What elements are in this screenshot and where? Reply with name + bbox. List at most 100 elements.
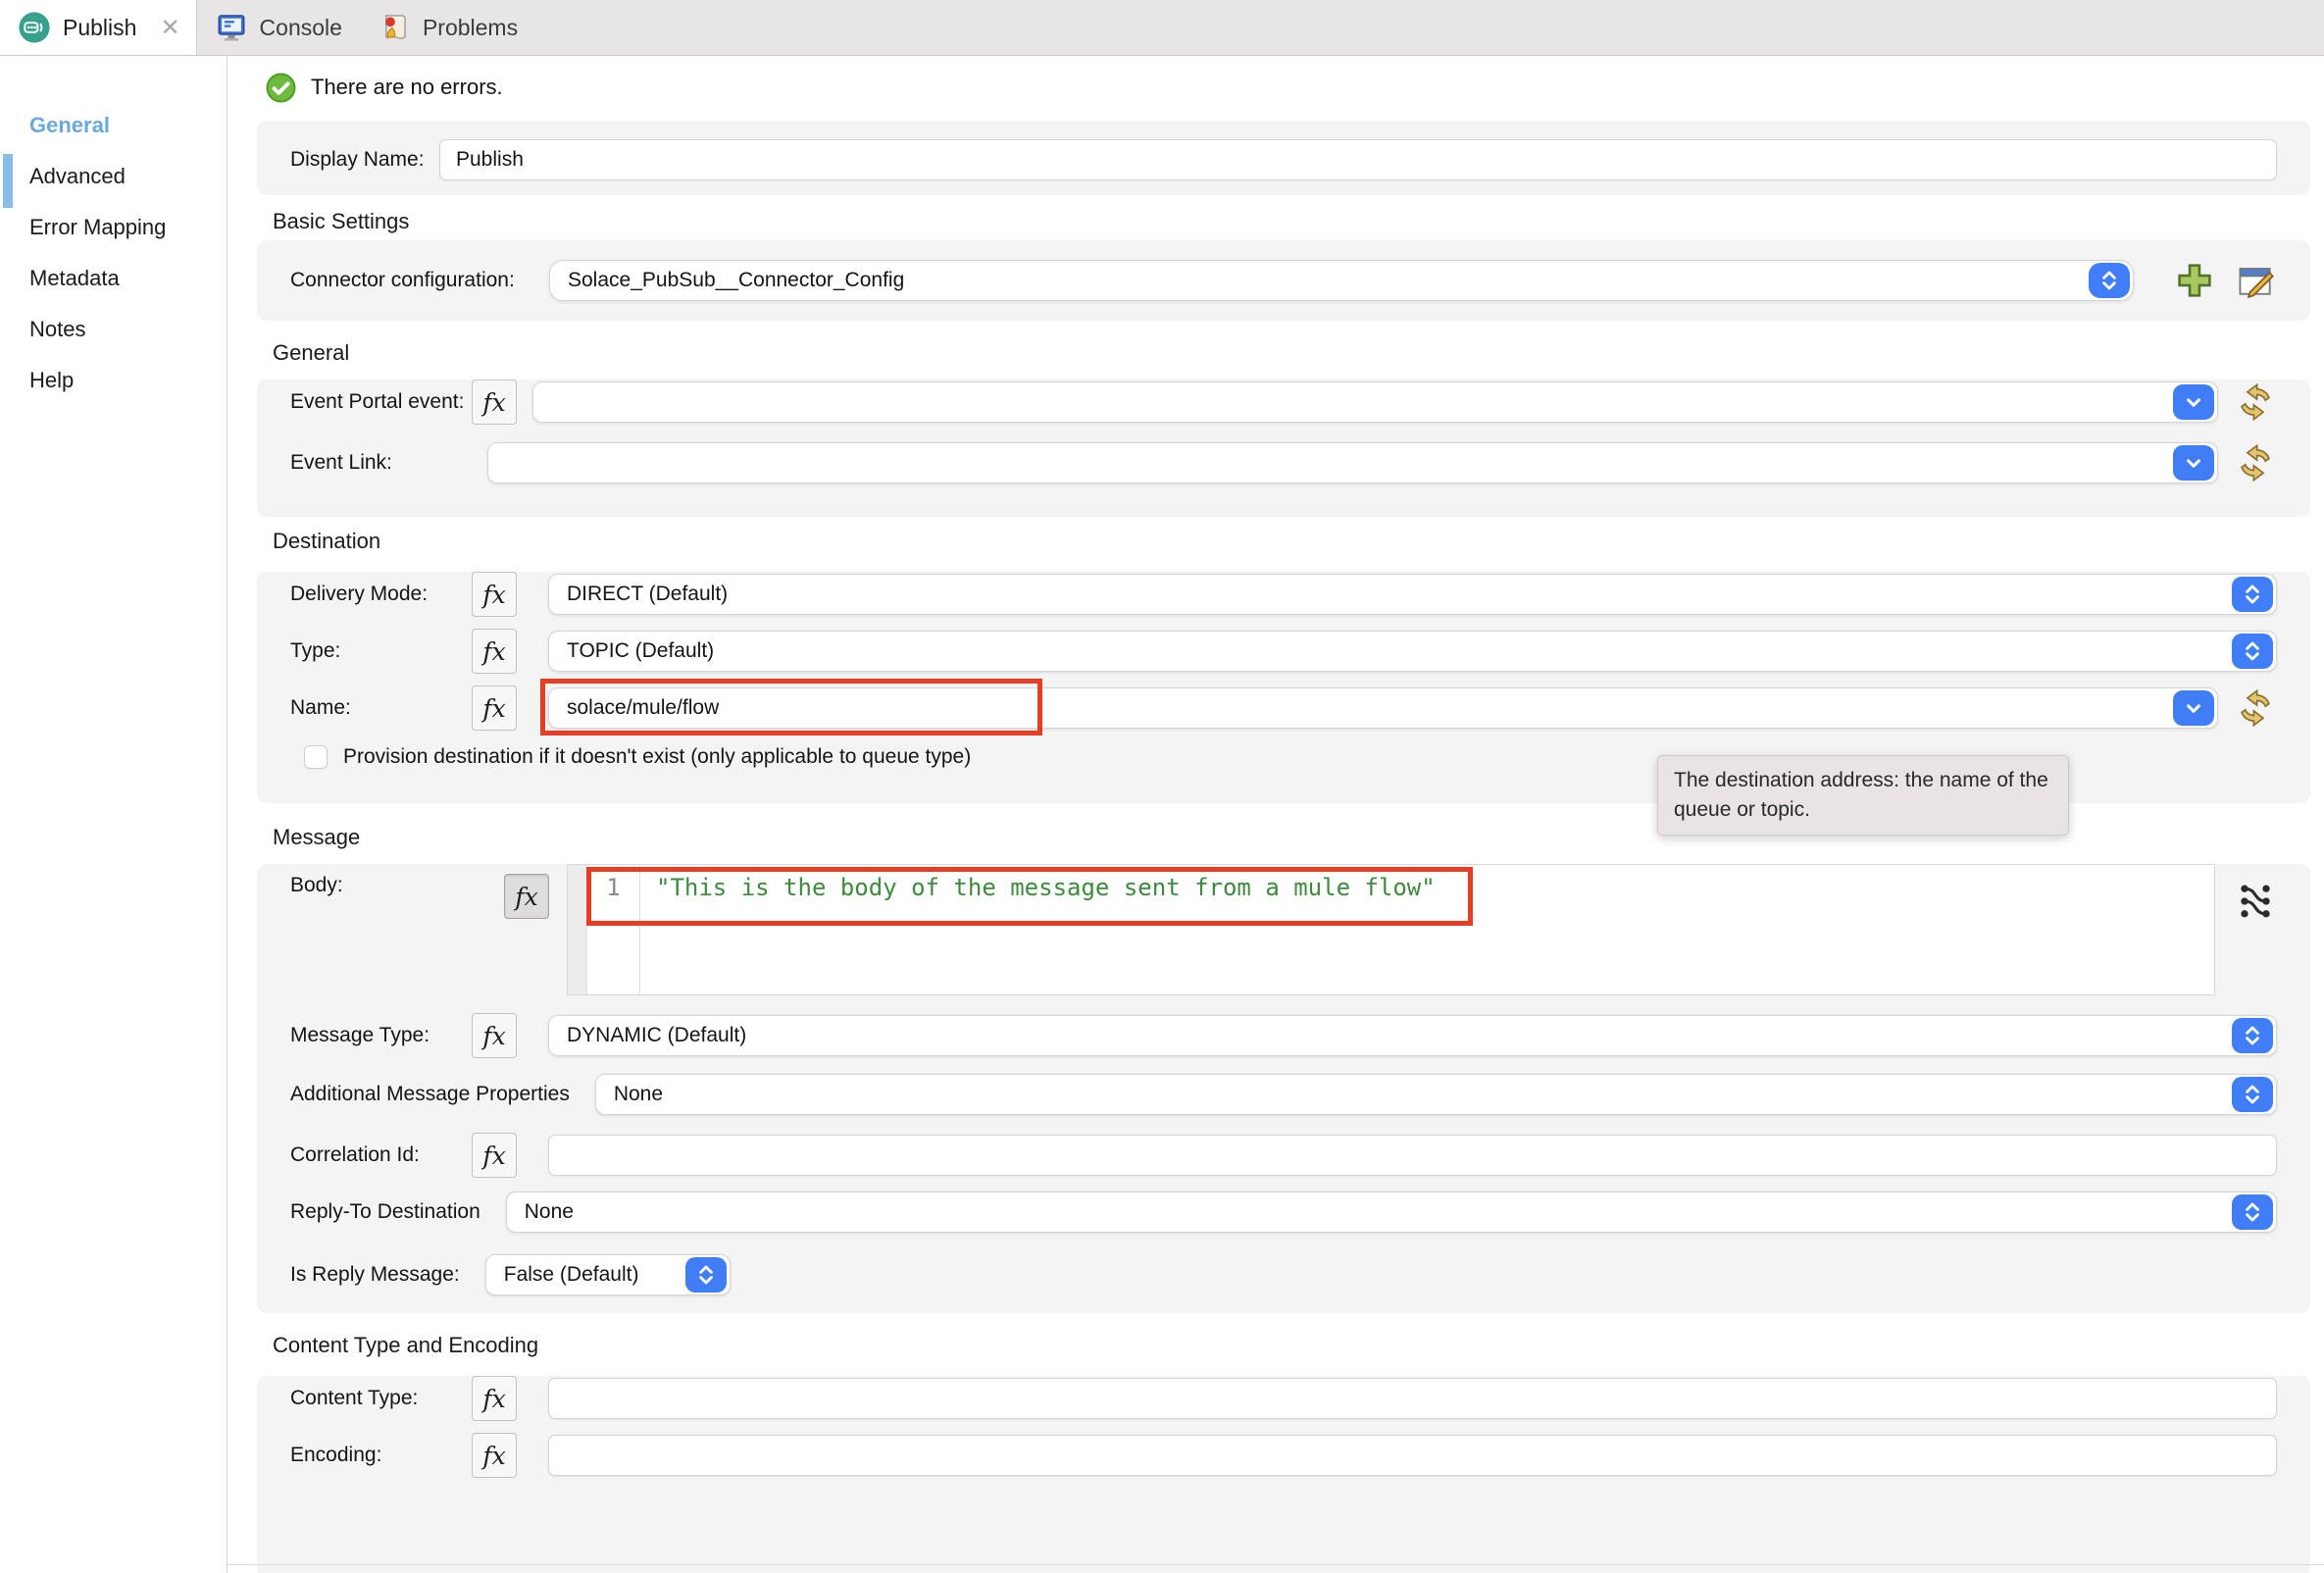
encoding-input[interactable] bbox=[548, 1435, 2277, 1476]
tab-console-label: Console bbox=[260, 15, 342, 41]
name-label: Name: bbox=[290, 696, 472, 720]
correlation-id-label: Correlation Id: bbox=[290, 1143, 472, 1167]
event-link-label: Event Link: bbox=[290, 451, 472, 475]
sidebar-item-notes[interactable]: Notes bbox=[0, 304, 227, 355]
transform-mapping-icon[interactable] bbox=[2234, 880, 2277, 923]
section-title-general: General bbox=[273, 340, 2324, 366]
publish-connector-icon bbox=[18, 11, 51, 44]
sidebar-item-help[interactable]: Help bbox=[0, 355, 227, 406]
type-value: TOPIC (Default) bbox=[549, 639, 714, 663]
message-type-select[interactable]: DYNAMIC (Default) bbox=[548, 1015, 2277, 1056]
destination-name-tooltip: The destination address: the name of the… bbox=[1657, 755, 2069, 836]
display-name-panel: Display Name: bbox=[257, 121, 2310, 195]
tab-publish[interactable]: Publish ✕ bbox=[0, 0, 197, 55]
chevron-updown-icon[interactable] bbox=[2232, 1194, 2273, 1230]
properties-nav-sidebar: General Advanced Error Mapping Metadata … bbox=[0, 56, 227, 1573]
additional-props-value: None bbox=[596, 1083, 663, 1106]
name-value: solace/mule/flow bbox=[549, 696, 719, 720]
reply-to-value: None bbox=[507, 1200, 574, 1224]
content-type-input[interactable] bbox=[548, 1378, 2277, 1419]
reply-to-label: Reply-To Destination bbox=[290, 1200, 480, 1224]
chevron-updown-icon[interactable] bbox=[2089, 263, 2130, 298]
fx-button[interactable]: fx bbox=[472, 380, 517, 425]
bottom-divider bbox=[227, 1564, 2324, 1565]
chevron-down-icon[interactable] bbox=[2173, 384, 2214, 420]
type-select[interactable]: TOPIC (Default) bbox=[548, 631, 2277, 672]
display-name-input[interactable] bbox=[439, 139, 2277, 180]
content-type-label: Content Type: bbox=[290, 1387, 472, 1410]
sidebar-item-label: Notes bbox=[29, 317, 85, 341]
general-panel: Event Portal event: fx bbox=[257, 380, 2310, 517]
sidebar-item-advanced[interactable]: Advanced bbox=[0, 151, 227, 202]
sidebar-item-metadata[interactable]: Metadata bbox=[0, 253, 227, 304]
refresh-icon[interactable] bbox=[2234, 441, 2277, 484]
body-row: Body: fx 1 "This is the body of the mess… bbox=[290, 864, 2277, 995]
correlation-id-input[interactable] bbox=[548, 1135, 2277, 1176]
delivery-mode-select[interactable]: DIRECT (Default) bbox=[548, 574, 2277, 615]
display-name-label: Display Name: bbox=[290, 148, 439, 172]
message-panel: Body: fx 1 "This is the body of the mess… bbox=[257, 864, 2310, 1313]
message-type-label: Message Type: bbox=[290, 1024, 472, 1047]
section-title-destination: Destination bbox=[273, 529, 2324, 554]
fx-button[interactable]: fx bbox=[472, 1433, 517, 1478]
tab-problems[interactable]: Problems bbox=[360, 0, 535, 55]
fx-button[interactable]: fx bbox=[472, 629, 517, 674]
chevron-down-icon[interactable] bbox=[2173, 690, 2214, 726]
fx-button[interactable]: fx bbox=[472, 1376, 517, 1421]
event-link-select[interactable] bbox=[487, 442, 2218, 483]
additional-props-label: Additional Message Properties bbox=[290, 1083, 570, 1106]
sidebar-item-error-mapping[interactable]: Error Mapping bbox=[0, 202, 227, 253]
properties-editor-window: Publish ✕ Console Pro bbox=[0, 0, 2324, 1573]
status-text: There are no errors. bbox=[311, 75, 503, 100]
tab-problems-label: Problems bbox=[423, 15, 518, 41]
chevron-updown-icon[interactable] bbox=[2232, 1077, 2273, 1112]
chevron-updown-icon[interactable] bbox=[2232, 1018, 2273, 1053]
sidebar-item-label: Error Mapping bbox=[29, 215, 166, 239]
event-portal-select[interactable] bbox=[532, 381, 2218, 423]
reply-to-select[interactable]: None bbox=[506, 1192, 2277, 1233]
name-combo[interactable]: solace/mule/flow bbox=[548, 687, 2218, 729]
refresh-icon[interactable] bbox=[2234, 686, 2277, 730]
fx-button[interactable]: fx bbox=[472, 685, 517, 731]
name-row: Name: fx solace/mule/flow bbox=[290, 685, 2277, 731]
console-icon bbox=[215, 11, 248, 44]
sidebar-item-label: Metadata bbox=[29, 266, 120, 290]
connector-config-value: Solace_PubSub__Connector_Config bbox=[550, 269, 904, 292]
chevron-updown-icon[interactable] bbox=[685, 1257, 727, 1293]
provision-destination-checkbox[interactable] bbox=[304, 745, 328, 769]
body-code-text[interactable]: "This is the body of the message sent fr… bbox=[640, 865, 2214, 994]
fx-button[interactable]: fx bbox=[472, 572, 517, 617]
provision-destination-label: Provision destination if it doesn't exis… bbox=[343, 745, 971, 769]
chevron-updown-icon[interactable] bbox=[2232, 634, 2273, 669]
section-title-basic-settings: Basic Settings bbox=[273, 209, 2324, 234]
add-config-button[interactable] bbox=[2173, 259, 2216, 302]
fx-button[interactable]: fx bbox=[472, 1133, 517, 1178]
is-reply-label: Is Reply Message: bbox=[290, 1263, 460, 1287]
section-title-content: Content Type and Encoding bbox=[273, 1333, 2324, 1358]
delivery-mode-value: DIRECT (Default) bbox=[549, 583, 728, 606]
edit-config-button[interactable] bbox=[2234, 259, 2277, 302]
connector-config-select[interactable]: Solace_PubSub__Connector_Config bbox=[549, 260, 2134, 301]
is-reply-value: False (Default) bbox=[486, 1263, 639, 1287]
sidebar-item-label: General bbox=[29, 113, 110, 137]
editor-tabbar: Publish ✕ Console Pro bbox=[0, 0, 2324, 56]
is-reply-select[interactable]: False (Default) bbox=[485, 1254, 731, 1295]
refresh-icon[interactable] bbox=[2234, 381, 2277, 424]
sidebar-item-general[interactable]: General bbox=[0, 100, 227, 151]
additional-props-select[interactable]: None bbox=[595, 1074, 2277, 1115]
fx-button[interactable]: fx bbox=[472, 1013, 517, 1058]
tab-console[interactable]: Console bbox=[197, 0, 360, 55]
selected-nav-indicator bbox=[3, 154, 13, 208]
type-label: Type: bbox=[290, 639, 472, 663]
fx-button-active[interactable]: fx bbox=[504, 874, 549, 919]
chevron-updown-icon[interactable] bbox=[2232, 577, 2273, 612]
chevron-down-icon[interactable] bbox=[2173, 445, 2214, 481]
sidebar-item-label: Advanced bbox=[29, 164, 126, 188]
body-code-editor[interactable]: 1 "This is the body of the message sent … bbox=[567, 864, 2215, 995]
event-portal-label: Event Portal event: bbox=[290, 390, 472, 414]
delivery-mode-label: Delivery Mode: bbox=[290, 583, 472, 606]
encoding-label: Encoding: bbox=[290, 1444, 472, 1467]
validation-status: There are no errors. bbox=[265, 70, 2324, 105]
close-tab-icon[interactable]: ✕ bbox=[154, 14, 185, 42]
editor-line-number: 1 bbox=[587, 865, 640, 994]
